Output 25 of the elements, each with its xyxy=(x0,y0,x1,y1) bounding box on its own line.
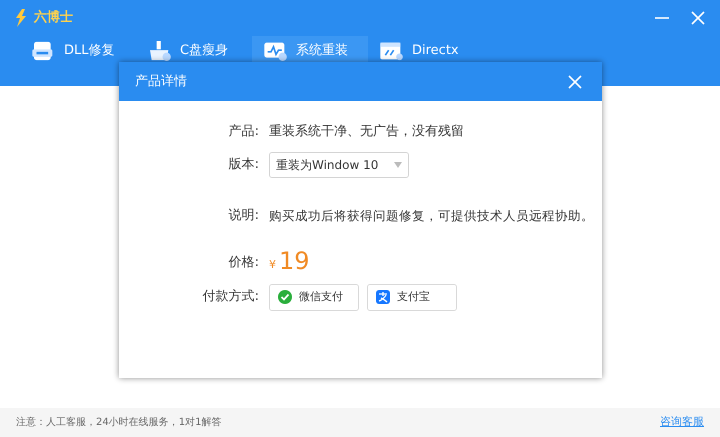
close-icon[interactable] xyxy=(568,74,582,88)
contact-link[interactable]: 咨询客服 xyxy=(660,414,704,431)
check-circle-icon xyxy=(278,290,292,304)
payment-label: 付款方式: xyxy=(202,288,260,306)
currency-symbol: ¥ xyxy=(269,256,276,272)
price-value: 19 xyxy=(279,246,310,276)
note-text: 购买成功后将获得问题修复，可提供技术人员远程协助。 xyxy=(269,206,594,225)
version-dropdown[interactable]: 重装为Window 10 xyxy=(269,152,409,178)
payment-app-icon xyxy=(376,290,390,304)
browser-window-icon xyxy=(380,41,404,61)
payment-option-button[interactable]: 支付宝 xyxy=(367,284,457,310)
product-description: 重装系统干净、无广告，没有残留 xyxy=(269,123,464,142)
footer-notice: 注意：人工客服，24小时在线服务，1对1解答 xyxy=(16,416,222,430)
lightning-logo-icon xyxy=(14,9,28,27)
version-label: 版本: xyxy=(228,156,260,174)
nav-tab[interactable]: DLL修复 xyxy=(20,36,136,86)
note-label: 说明: xyxy=(228,207,260,226)
price-label: 价格: xyxy=(228,254,260,272)
close-icon[interactable] xyxy=(690,10,706,26)
dropdown-caret-icon xyxy=(394,162,402,168)
nav-tab[interactable]: Directx xyxy=(368,36,484,86)
product-label: 产品: xyxy=(228,123,260,142)
payment-option-button[interactable]: 微信支付 xyxy=(269,284,359,310)
dialog-title: 产品详情 xyxy=(135,72,187,91)
app-title: 六博士 xyxy=(34,8,73,28)
